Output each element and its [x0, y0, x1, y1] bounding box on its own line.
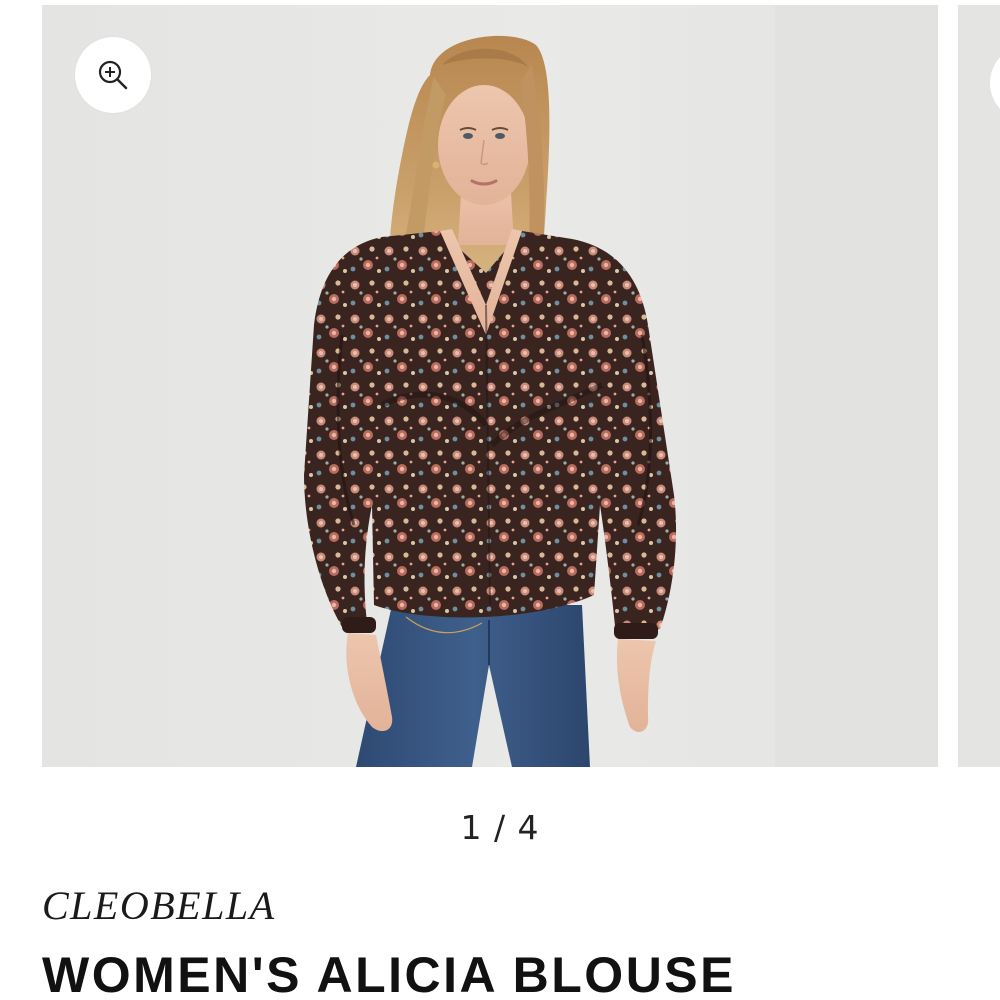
- product-page: 1 / 4 CLEOBELLA WOMEN'S ALICIA BLOUSE: [0, 0, 1000, 1000]
- product-image: [304, 35, 677, 767]
- zoom-button[interactable]: [75, 37, 151, 113]
- carousel-slide-1[interactable]: [42, 5, 938, 767]
- carousel-counter: 1 / 4: [460, 808, 540, 847]
- zoom-in-icon: [98, 60, 128, 90]
- carousel-slide-2-peek[interactable]: [958, 5, 1000, 767]
- brand-name[interactable]: CLEOBELLA: [42, 882, 276, 929]
- image-carousel[interactable]: [0, 0, 1000, 768]
- next-slide-zoom-button[interactable]: [990, 45, 1000, 121]
- product-title: WOMEN'S ALICIA BLOUSE: [42, 947, 737, 1000]
